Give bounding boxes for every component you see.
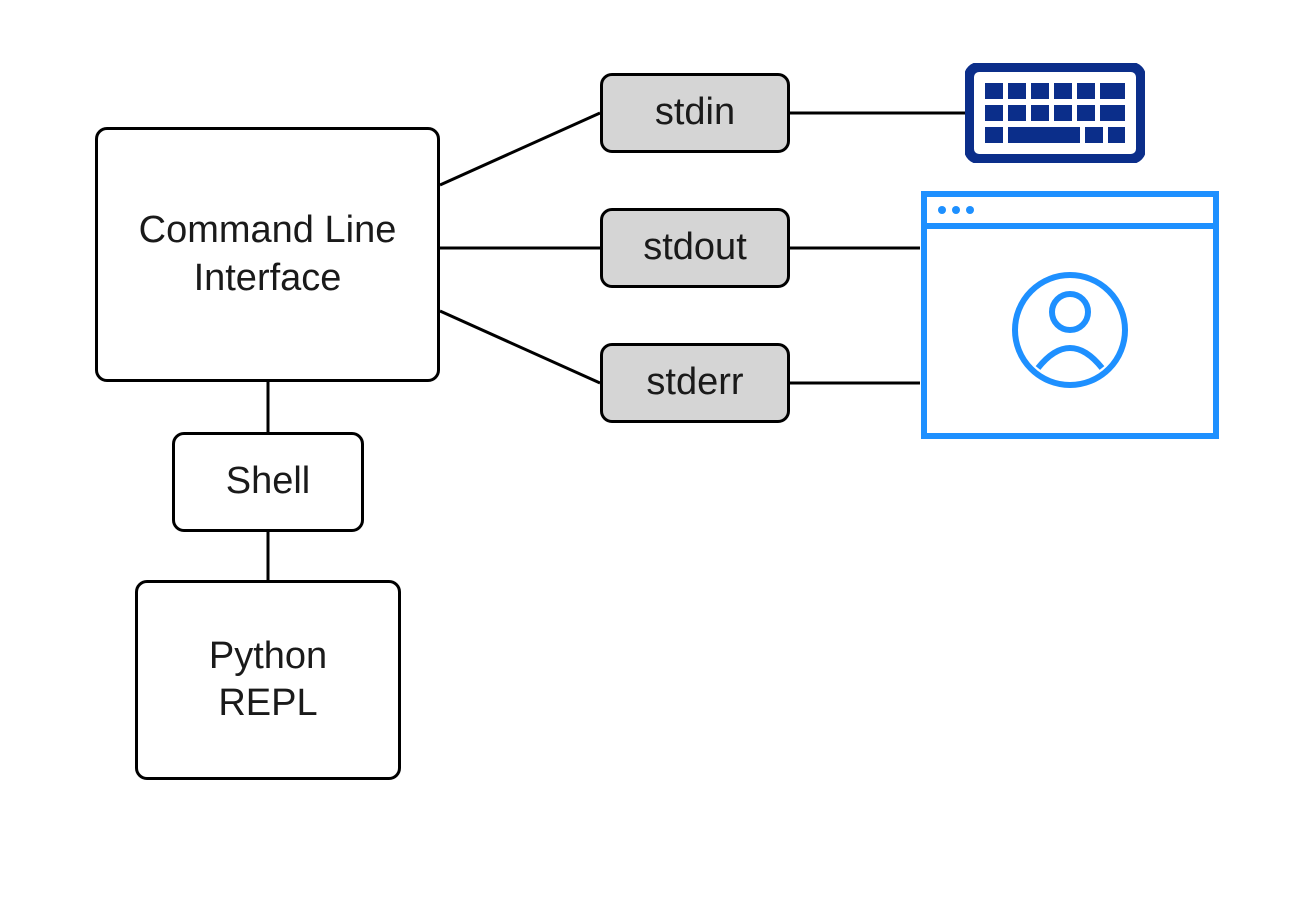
- node-cli-label: Command LineInterface: [139, 207, 397, 302]
- node-shell: Shell: [172, 432, 364, 532]
- node-stdin: stdin: [600, 73, 790, 153]
- node-repl-label: PythonREPL: [209, 633, 327, 728]
- keyboard-icon: [965, 63, 1145, 168]
- edge-cli-stdin: [440, 113, 600, 185]
- node-stdout: stdout: [600, 208, 790, 288]
- node-shell-label: Shell: [226, 458, 311, 506]
- node-stdout-label: stdout: [643, 224, 747, 272]
- node-repl: PythonREPL: [135, 580, 401, 780]
- node-cli: Command LineInterface: [95, 127, 440, 382]
- node-stderr: stderr: [600, 343, 790, 423]
- node-stdin-label: stdin: [655, 89, 735, 137]
- terminal-user-icon: [920, 190, 1220, 445]
- node-stderr-label: stderr: [646, 359, 743, 407]
- edge-cli-stderr: [440, 311, 600, 383]
